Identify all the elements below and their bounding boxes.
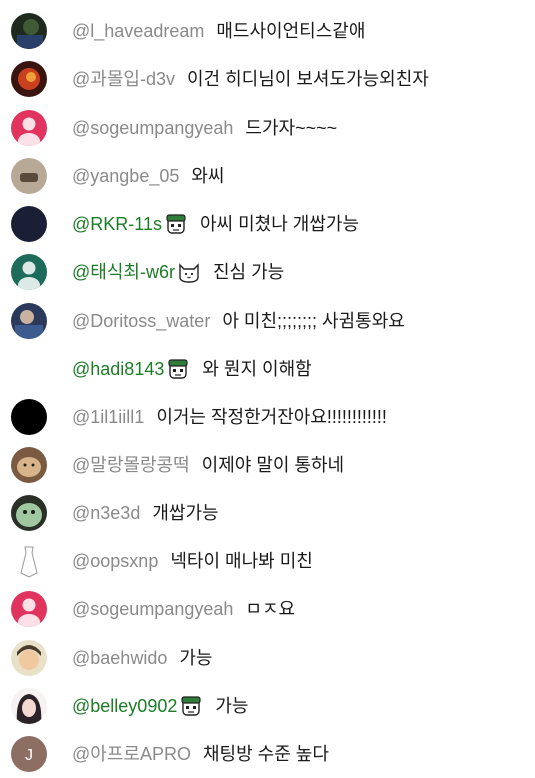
avatar[interactable]	[11, 688, 47, 724]
avatar[interactable]	[11, 303, 47, 339]
chat-message[interactable]: @oopsxnp 넥타이 매나봐 미친	[0, 537, 535, 585]
chat-message[interactable]: @l_haveadream 매드사이언티스같애	[0, 7, 535, 55]
message-line: @태식최-w6r 진심 가능	[72, 261, 284, 283]
author-name[interactable]: @아프로APRO	[72, 743, 191, 765]
message-text: 이건 히디님이 보셔도가능외친자	[186, 69, 429, 89]
avatar[interactable]	[11, 110, 47, 146]
message-text: 드가자~~~~	[245, 118, 338, 138]
message-text: 개쌉가능	[152, 503, 219, 523]
author-name[interactable]: @RKR-11s	[72, 213, 162, 235]
chat-message[interactable]: J @아프로APRO 채팅방 수준 높다	[0, 730, 535, 778]
chat-message[interactable]: @말랑몰랑콩떡 이제야 말이 통하네	[0, 441, 535, 489]
chat-message[interactable]: @1il1iill1 이거는 작정한거잔아요!!!!!!!!!!!!	[0, 393, 535, 441]
chat-message[interactable]: @Doritoss_water 아 미친;;;;;;;; 사귐통와요	[0, 297, 535, 345]
author-name[interactable]: @belley0902	[72, 695, 177, 717]
message-text: 아씨 미쳤나 개쌉가능	[199, 214, 360, 234]
message-line: @belley0902 가능	[72, 695, 248, 717]
member-badge-icon	[179, 695, 203, 717]
avatar[interactable]	[11, 61, 47, 97]
message-line: @아프로APRO 채팅방 수준 높다	[72, 743, 329, 765]
author-name[interactable]: @yangbe_05	[72, 165, 179, 187]
chat-message[interactable]: @sogeumpangyeah ㅁㅈ요	[0, 585, 535, 633]
avatar[interactable]	[11, 543, 47, 579]
chat-message[interactable]: @n3e3d 개쌉가능	[0, 489, 535, 537]
avatar[interactable]	[11, 591, 47, 627]
message-line: @sogeumpangyeah ㅁㅈ요	[72, 598, 295, 620]
message-line: @hadi8143 와 뭔지 이해함	[72, 358, 312, 380]
message-line: @Doritoss_water 아 미친;;;;;;;; 사귐통와요	[72, 310, 405, 332]
message-line: @sogeumpangyeah 드가자~~~~	[72, 117, 337, 139]
message-text: 가능	[215, 696, 249, 716]
avatar[interactable]	[11, 13, 47, 49]
author-name[interactable]: @n3e3d	[72, 502, 140, 524]
message-text: 와 뭔지 이해함	[202, 359, 312, 379]
message-text: 이제야 말이 통하네	[201, 455, 345, 475]
message-text: 와씨	[191, 166, 225, 186]
message-line: @n3e3d 개쌉가능	[72, 502, 219, 524]
message-line: @yangbe_05 와씨	[72, 165, 224, 187]
member-badge-icon	[166, 358, 190, 380]
chat-message[interactable]: @yangbe_05 와씨	[0, 152, 535, 200]
message-text: ㅁㅈ요	[245, 599, 296, 619]
avatar[interactable]	[11, 158, 47, 194]
avatar[interactable]	[11, 206, 47, 242]
message-text: 가능	[179, 648, 213, 668]
live-chat-list: @l_haveadream 매드사이언티스같애 @과몰입-d3v 이건 히디님이 보셔…	[0, 0, 535, 776]
dog-badge-icon	[177, 261, 201, 283]
author-name[interactable]: @Doritoss_water	[72, 310, 210, 332]
message-line: @baehwido 가능	[72, 647, 212, 669]
avatar[interactable]	[11, 640, 47, 676]
message-text: 아 미친;;;;;;;; 사귐통와요	[222, 311, 405, 331]
message-line: @RKR-11s 아씨 미쳤나 개쌉가능	[72, 213, 359, 235]
author-name[interactable]: @sogeumpangyeah	[72, 117, 233, 139]
chat-message[interactable]: @sogeumpangyeah 드가자~~~~	[0, 104, 535, 152]
chat-message[interactable]: @belley0902 가능	[0, 682, 535, 730]
avatar[interactable]	[11, 447, 47, 483]
message-text: 채팅방 수준 높다	[202, 744, 329, 764]
chat-message[interactable]: @RKR-11s 아씨 미쳤나 개쌉가능	[0, 200, 535, 248]
author-name[interactable]: @l_haveadream	[72, 20, 204, 42]
message-text: 이거는 작정한거잔아요!!!!!!!!!!!!	[156, 407, 387, 427]
message-line: @oopsxnp 넥타이 매나봐 미친	[72, 550, 313, 572]
svg-text:J: J	[25, 747, 33, 764]
avatar[interactable]	[11, 399, 47, 435]
message-line: @1il1iill1 이거는 작정한거잔아요!!!!!!!!!!!!	[72, 406, 387, 428]
message-line: @말랑몰랑콩떡 이제야 말이 통하네	[72, 454, 344, 476]
avatar[interactable]: J	[11, 736, 47, 772]
author-name[interactable]: @baehwido	[72, 647, 167, 669]
member-badge-icon	[164, 213, 188, 235]
chat-message[interactable]: @hadi8143 와 뭔지 이해함	[0, 345, 535, 393]
chat-message[interactable]: @과몰입-d3v 이건 히디님이 보셔도가능외친자	[0, 55, 535, 103]
author-name[interactable]: @1il1iill1	[72, 406, 144, 428]
chat-message[interactable]: @baehwido 가능	[0, 634, 535, 682]
avatar[interactable]	[11, 495, 47, 531]
avatar[interactable]	[11, 254, 47, 290]
message-line: @l_haveadream 매드사이언티스같애	[72, 20, 365, 42]
author-name[interactable]: @말랑몰랑콩떡	[72, 454, 190, 476]
author-name[interactable]: @hadi8143	[72, 358, 164, 380]
message-text: 넥타이 매나봐 미친	[170, 551, 313, 571]
message-text: 매드사이언티스같애	[216, 21, 366, 41]
chat-message[interactable]: @태식최-w6r 진심 가능	[0, 248, 535, 296]
author-name[interactable]: @oopsxnp	[72, 550, 158, 572]
author-name[interactable]: @sogeumpangyeah	[72, 598, 233, 620]
message-text: 진심 가능	[212, 262, 285, 282]
author-name[interactable]: @태식최-w6r	[72, 261, 175, 283]
author-name[interactable]: @과몰입-d3v	[72, 68, 175, 90]
message-line: @과몰입-d3v 이건 히디님이 보셔도가능외친자	[72, 68, 429, 90]
